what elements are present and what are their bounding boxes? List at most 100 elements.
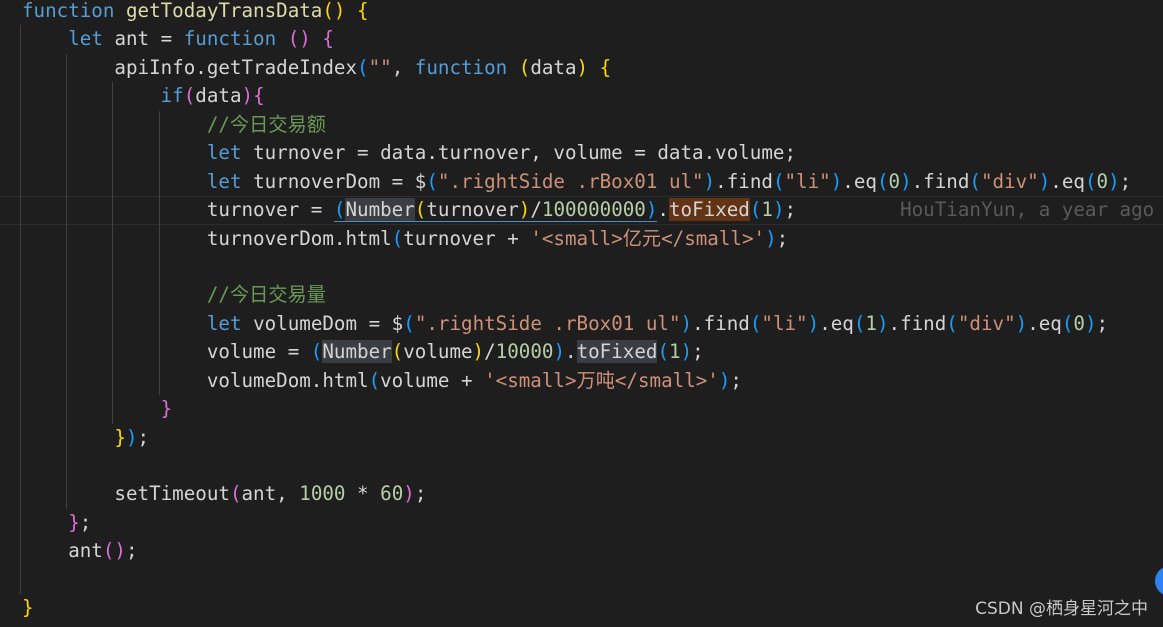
code-token: ( bbox=[749, 311, 762, 335]
code-line[interactable]: }); bbox=[22, 424, 1163, 452]
code-token: volume + bbox=[380, 368, 485, 392]
code-line[interactable]: function getTodayTransData() { bbox=[22, 0, 1163, 25]
code-line[interactable] bbox=[22, 452, 1163, 480]
code-token: ) bbox=[1108, 169, 1120, 193]
code-token: 60 bbox=[380, 482, 404, 506]
code-token: { bbox=[253, 84, 265, 108]
code-token: volumeDom = $ bbox=[253, 311, 404, 335]
code-token: "li" bbox=[784, 169, 831, 193]
code-line[interactable]: apiInfo.getTradeIndex("", function (data… bbox=[22, 54, 1163, 82]
code-token: . bbox=[565, 340, 577, 364]
code-line[interactable]: turnover = (Number(turnover)/100000000).… bbox=[0, 196, 1163, 224]
code-token: turnover = data.turnover, volume = data.… bbox=[253, 141, 796, 165]
code-token: } bbox=[22, 596, 34, 620]
indent-guide bbox=[66, 53, 68, 510]
code-token: '<small>亿元</small>' bbox=[530, 226, 766, 250]
code-token: ) bbox=[576, 55, 589, 79]
code-token: ".rightSide .rBox01 ul" bbox=[437, 169, 704, 193]
code-token: ) bbox=[125, 425, 138, 449]
code-token: ) bbox=[1015, 311, 1028, 335]
code-token: ant bbox=[22, 539, 103, 563]
code-token: , bbox=[391, 55, 415, 79]
code-token: ( bbox=[853, 311, 866, 335]
code-line[interactable]: }; bbox=[22, 509, 1163, 537]
code-token: ( bbox=[391, 226, 404, 250]
code-token: .eq bbox=[842, 169, 877, 193]
code-token: data bbox=[195, 84, 242, 108]
code-line[interactable]: let ant = function () { bbox=[22, 25, 1163, 53]
code-token: ( bbox=[414, 198, 427, 223]
code-line[interactable] bbox=[22, 566, 1163, 594]
code-token: volumeDom.html bbox=[22, 368, 369, 392]
code-token: } bbox=[114, 425, 126, 449]
code-token: let bbox=[206, 141, 254, 165]
code-line[interactable]: if(data){ bbox=[22, 82, 1163, 110]
code-token: ) bbox=[772, 198, 785, 222]
code-token: ; bbox=[692, 340, 704, 364]
code-line[interactable]: } bbox=[22, 395, 1163, 423]
code-line[interactable] bbox=[22, 253, 1163, 281]
code-line[interactable]: //今日交易额 bbox=[22, 111, 1163, 139]
code-token: ( bbox=[657, 340, 669, 364]
code-token: let bbox=[206, 311, 254, 335]
code-token: ( bbox=[229, 482, 242, 506]
code-line[interactable]: let turnoverDom = $(".rightSide .rBox01 … bbox=[22, 168, 1163, 196]
code-token: 1000 bbox=[299, 482, 346, 506]
code-token: ( bbox=[1084, 169, 1097, 193]
code-token: ( bbox=[518, 55, 531, 79]
code-line[interactable]: turnoverDom.html(turnover + '<small>亿元</… bbox=[22, 225, 1163, 253]
code-token: ) bbox=[403, 482, 415, 506]
code-token: 0 bbox=[1096, 169, 1109, 193]
code-token: ) bbox=[1084, 311, 1097, 335]
code-token: 100000000 bbox=[541, 198, 646, 223]
code-token: ) bbox=[645, 198, 658, 223]
code-token: //今日交易量 bbox=[206, 283, 326, 307]
code-line[interactable]: volumeDom.html(volume + '<small>万吨</smal… bbox=[22, 367, 1163, 395]
code-token: "li" bbox=[761, 311, 808, 335]
code-token: ant = bbox=[114, 27, 184, 51]
code-token: turnover bbox=[426, 198, 519, 223]
indent-guide bbox=[112, 82, 114, 424]
code-line[interactable]: setTimeout(ant, 1000 * 60); bbox=[22, 480, 1163, 508]
code-token: ) bbox=[553, 340, 565, 364]
code-token: * bbox=[345, 482, 381, 506]
code-token: () bbox=[322, 0, 346, 22]
code-token: ) bbox=[765, 226, 777, 250]
code-line[interactable]: volume = (Number(volume)/10000).toFixed(… bbox=[22, 338, 1163, 366]
code-token: "div" bbox=[980, 169, 1039, 193]
code-line[interactable]: let turnover = data.turnover, volume = d… bbox=[22, 139, 1163, 167]
code-token: volume bbox=[403, 340, 473, 364]
code-line[interactable]: //今日交易量 bbox=[22, 281, 1163, 309]
code-token: () bbox=[102, 539, 126, 563]
code-token: 1 bbox=[865, 311, 877, 335]
code-token: .eq bbox=[1027, 311, 1062, 335]
code-token: { bbox=[322, 27, 334, 51]
code-token: Number bbox=[322, 340, 392, 364]
code-token: toFixed bbox=[576, 340, 658, 364]
code-token: "" bbox=[368, 55, 392, 79]
code-token: ) bbox=[876, 311, 889, 335]
code-token: ( bbox=[426, 169, 438, 193]
code-line[interactable]: let volumeDom = $(".rightSide .rBox01 ul… bbox=[22, 310, 1163, 338]
code-token: if bbox=[160, 84, 184, 108]
code-token: } bbox=[160, 397, 173, 421]
code-token: .find bbox=[692, 311, 750, 335]
code-token: 0 bbox=[1073, 311, 1085, 335]
code-line[interactable]: ant(); bbox=[22, 537, 1163, 565]
code-token: ) bbox=[807, 311, 820, 335]
code-token: let bbox=[68, 27, 115, 51]
code-token: .find bbox=[911, 169, 970, 193]
code-token: ) bbox=[1038, 169, 1051, 193]
code-token: //今日交易额 bbox=[206, 112, 326, 136]
code-editor[interactable]: function getTodayTransData() { let ant =… bbox=[22, 0, 1163, 623]
code-token: ) bbox=[718, 368, 731, 392]
code-token: 1 bbox=[761, 198, 773, 222]
